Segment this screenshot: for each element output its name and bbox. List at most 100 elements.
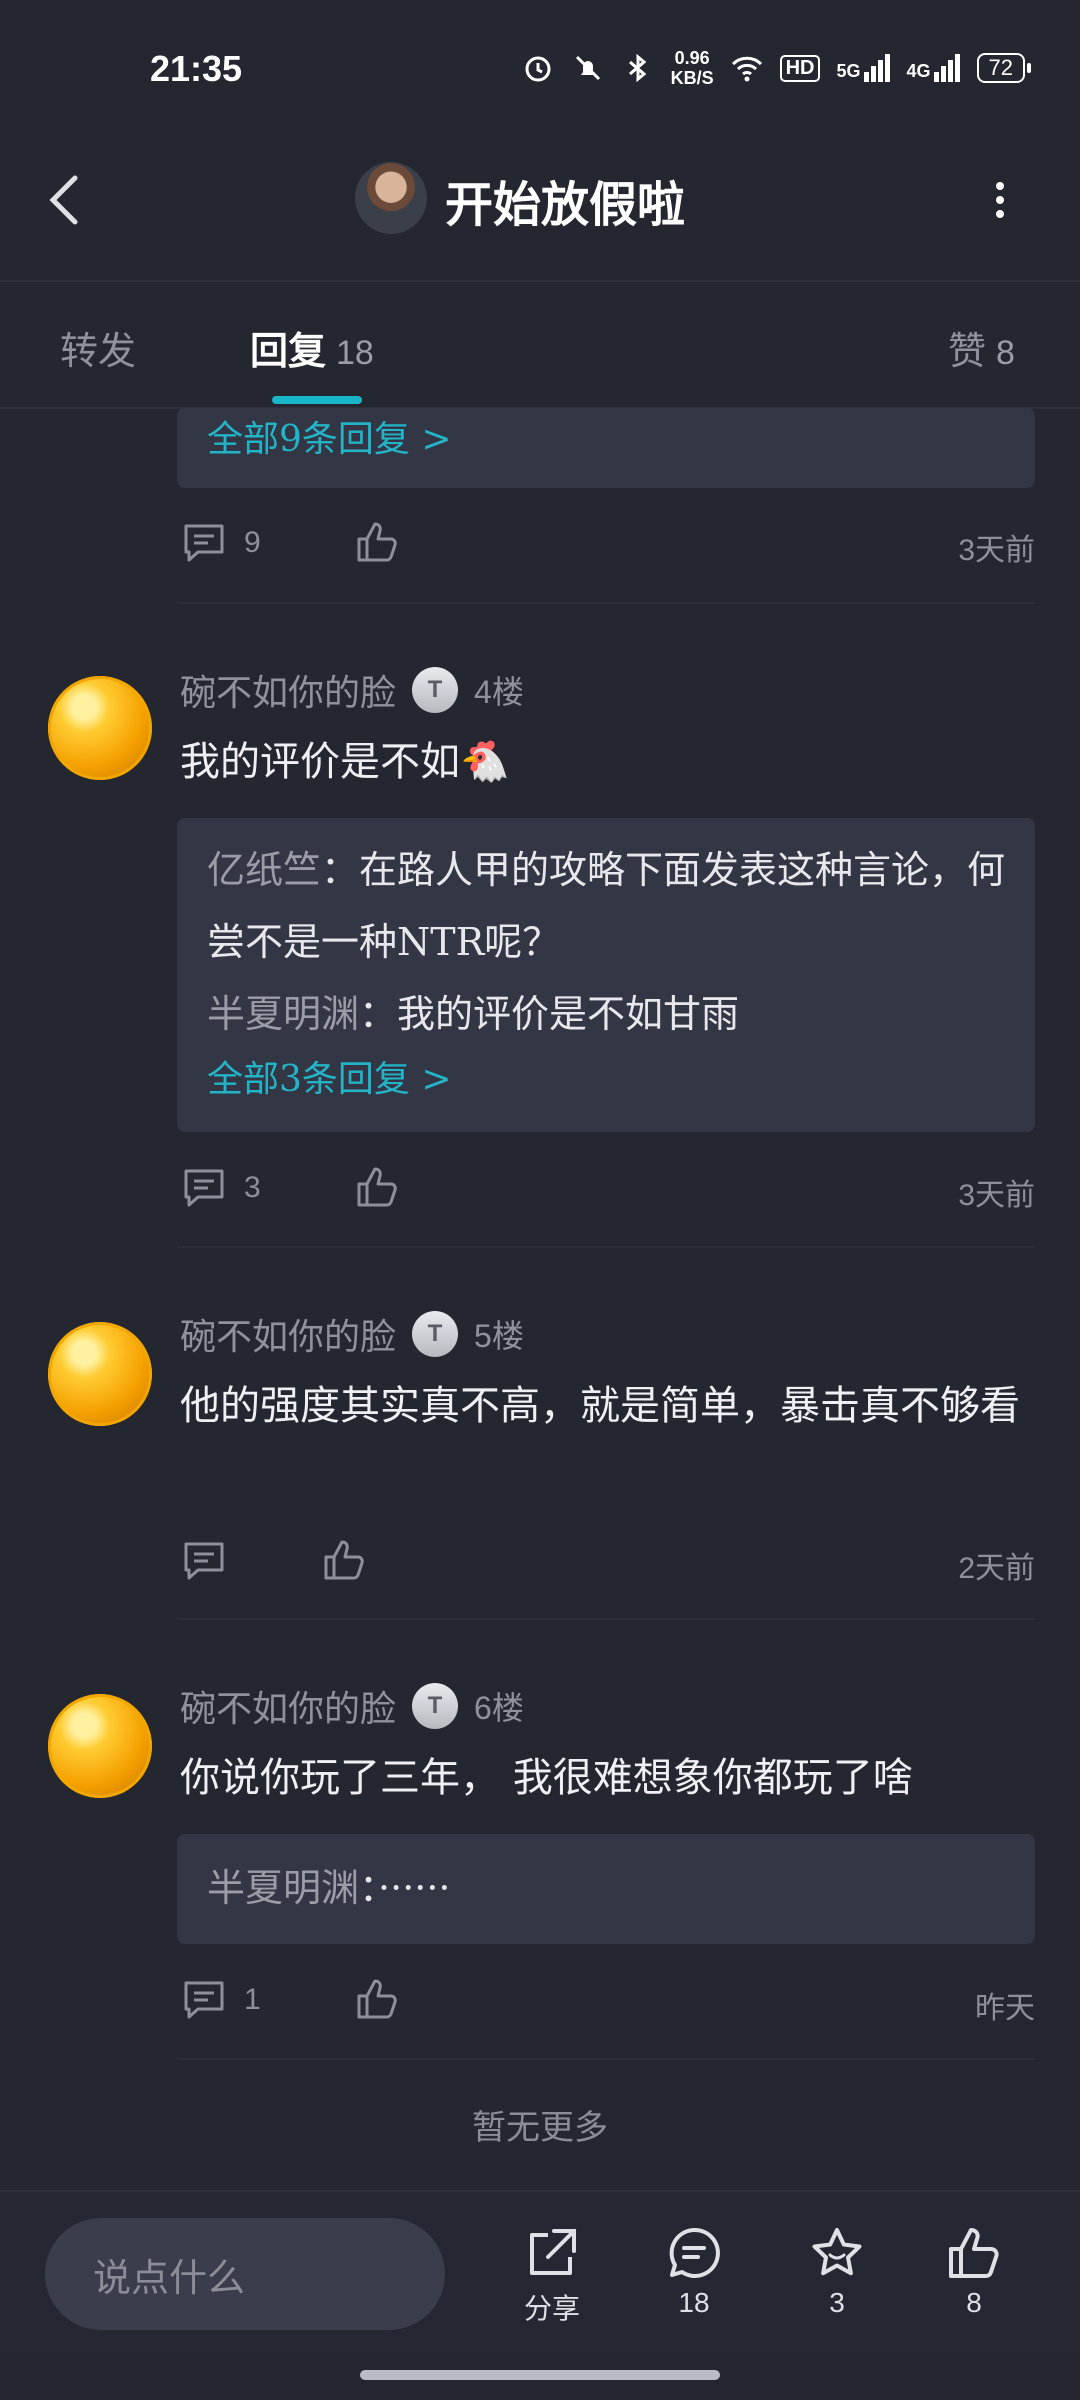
signal-bars-icon: [863, 54, 890, 82]
avatar[interactable]: [48, 676, 152, 780]
comment-count: 3: [244, 1171, 261, 1204]
thumbs-up-icon: [324, 1540, 364, 1580]
comment-button[interactable]: 9: [182, 522, 261, 564]
network-speed-unit: KB/S: [670, 68, 714, 88]
quote-separator: ：: [359, 992, 398, 1036]
comment-button[interactable]: 1: [182, 1979, 261, 2021]
more-options-button[interactable]: [990, 180, 1010, 220]
quote-author[interactable]: 亿纸竺: [207, 848, 321, 892]
like-button[interactable]: [355, 1165, 399, 1213]
tab-like[interactable]: 赞 8: [948, 320, 1015, 375]
quote-separator: ：: [321, 848, 360, 892]
back-button[interactable]: [45, 170, 85, 230]
comments-button[interactable]: 18: [654, 2225, 734, 2319]
signal-4g-label: 4G: [906, 61, 931, 81]
thumbs-up-icon: [949, 2228, 999, 2278]
no-more-label: 暂无更多: [472, 2108, 608, 2148]
tab-like-count: 8: [996, 334, 1015, 372]
post-meta-row: 碗不如你的脸 T 4楼: [180, 664, 524, 716]
divider: [177, 1618, 1035, 1620]
wifi-icon: [730, 51, 764, 85]
comment-icon: [184, 1981, 224, 2019]
home-indicator[interactable]: [360, 2370, 720, 2380]
all-replies-link[interactable]: 全部3条回复 >: [207, 1050, 452, 1102]
tab-active-indicator: [272, 396, 362, 404]
signal-bars-icon: [933, 54, 960, 82]
quote-separator: ：: [359, 1866, 379, 1910]
bluetooth-icon: [621, 51, 655, 85]
comment-icon: [184, 1169, 224, 1207]
tab-forward[interactable]: 转发: [60, 320, 136, 375]
quote-text: 我的评价是不如甘雨: [397, 992, 740, 1036]
page-title: 开始放假啦: [445, 177, 686, 233]
favorite-button[interactable]: 3: [797, 2225, 877, 2319]
quote-line: 亿纸竺：在路人甲的攻略下面发表这种言论，何尝不是一种NTR呢？: [207, 834, 1007, 978]
tab-reply[interactable]: 回复 18: [250, 320, 374, 375]
quote-author[interactable]: 半夏明渊: [207, 1866, 359, 1910]
share-button[interactable]: 分享: [512, 2225, 592, 2327]
post-meta-row: 碗不如你的脸 T 5楼: [180, 1308, 524, 1360]
signal-5g: 5G: [836, 54, 890, 82]
alarm-icon: [521, 51, 555, 85]
comment-icon: [184, 1542, 224, 1580]
thumbs-up-icon: [357, 1167, 397, 1207]
quote-line: 半夏明渊：我的评价是不如甘雨: [207, 978, 1007, 1050]
quote-author[interactable]: 半夏明渊: [207, 992, 359, 1036]
divider: [177, 2058, 1035, 2060]
network-speed-value: 0.96: [674, 48, 710, 68]
floor-number: 6楼: [474, 1690, 524, 1726]
mute-icon: [571, 51, 605, 85]
post-meta-row: 碗不如你的脸 T 6楼: [180, 1680, 524, 1732]
status-time: 21:35: [150, 48, 243, 89]
tab-reply-label: 回复: [250, 328, 327, 373]
user-level-badge: T: [412, 1683, 459, 1729]
avatar[interactable]: [48, 1322, 152, 1426]
tab-bar: [0, 282, 1080, 409]
share-icon: [530, 2229, 576, 2275]
floor-number: 5楼: [474, 1318, 524, 1354]
post-text: 你说你玩了三年， 我很难想象你都玩了啥: [180, 1755, 913, 1801]
comment-button[interactable]: [182, 1540, 226, 1586]
post-text: 我的评价是不如🐔: [180, 739, 510, 785]
divider: [177, 602, 1035, 604]
post-time: 昨天: [975, 1992, 1035, 2025]
all-replies-link[interactable]: 全部9条回复 >: [207, 410, 452, 462]
quote-box[interactable]: 半夏明渊：······: [177, 1834, 1035, 1944]
quote-box: 全部9条回复 >: [177, 408, 1035, 488]
comment-button[interactable]: 3: [182, 1167, 261, 1209]
status-icons: 0.96 KB/S HD 5G 4G 72: [521, 48, 1032, 88]
username[interactable]: 碗不如你的脸: [180, 664, 396, 716]
more-vertical-icon: [996, 182, 1004, 218]
tab-like-label: 赞: [948, 329, 987, 373]
comment-count: 9: [244, 526, 261, 559]
share-label: 分享: [523, 2292, 580, 2325]
comment-icon: [184, 524, 224, 562]
battery-indicator: 72: [976, 53, 1032, 83]
comments-count: 18: [678, 2287, 710, 2318]
username[interactable]: 碗不如你的脸: [180, 1680, 396, 1732]
chat-bubble-icon: [669, 2227, 720, 2278]
like-button[interactable]: [355, 520, 399, 568]
post-time: 3天前: [958, 1179, 1035, 1212]
comment-count: 1: [244, 1983, 261, 2016]
tab-reply-count: 18: [336, 334, 374, 372]
signal-4g: 4G: [907, 54, 961, 82]
author-avatar[interactable]: [355, 162, 427, 234]
signal-5g-label: 5G: [836, 61, 861, 81]
status-bar: 21:35 0.96 KB/S HD 5G 4G 72: [0, 0, 1080, 130]
comment-input[interactable]: 说点什么: [45, 2218, 445, 2330]
quote-box[interactable]: 亿纸竺：在路人甲的攻略下面发表这种言论，何尝不是一种NTR呢？ 半夏明渊：我的评…: [177, 818, 1035, 1132]
username[interactable]: 碗不如你的脸: [180, 1308, 396, 1360]
user-level-badge: T: [412, 667, 459, 713]
chevron-left-icon: [49, 175, 78, 225]
network-speed: 0.96 KB/S: [671, 48, 714, 88]
thumbs-up-icon: [357, 522, 397, 562]
favorites-count: 3: [829, 2287, 845, 2318]
floor-number: 4楼: [474, 674, 524, 710]
like-post-button[interactable]: 8: [934, 2225, 1014, 2319]
hd-indicator: HD: [779, 54, 821, 82]
post-text: 他的强度其实真不高，就是简单，暴击真不够看: [180, 1383, 1020, 1429]
like-button[interactable]: [322, 1538, 366, 1586]
like-button[interactable]: [355, 1977, 399, 2025]
avatar[interactable]: [48, 1694, 152, 1798]
